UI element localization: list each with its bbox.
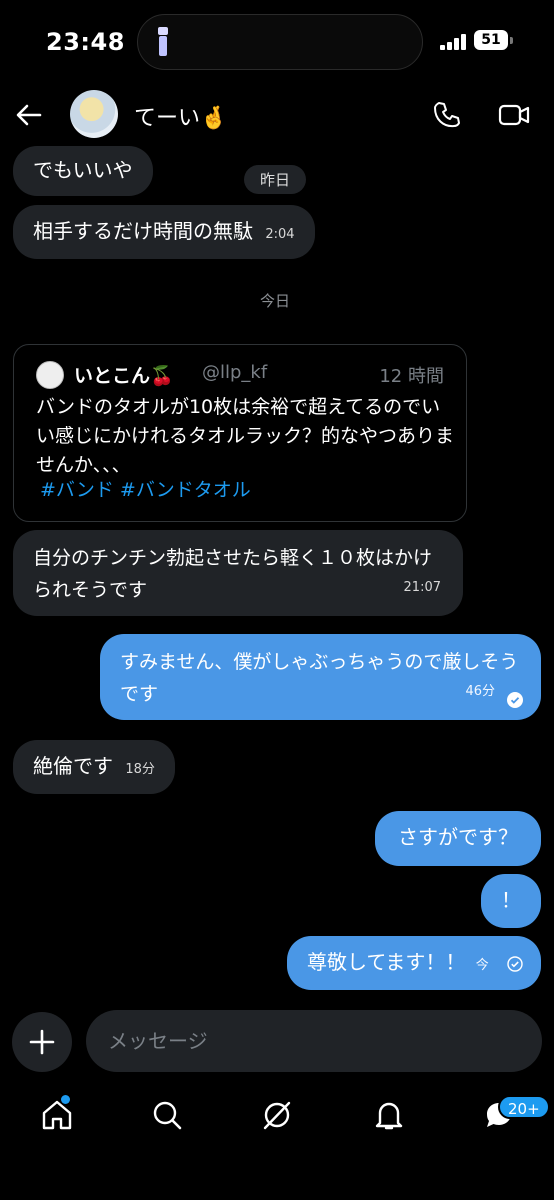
message-bubble[interactable]: ！ (481, 874, 541, 928)
add-attachment-button[interactable] (12, 1012, 72, 1072)
message-time: 21:07 (403, 580, 441, 595)
message-text: 尊敬してます！！ (307, 950, 466, 974)
message-text: 自分のチンチン勃起させたら軽く１０枚はかけられそうです (33, 547, 433, 601)
date-pill: 昨日 (244, 165, 307, 194)
message-bubble[interactable]: 尊敬してます！！ 今 (287, 936, 541, 990)
search-icon[interactable] (150, 1098, 184, 1132)
quoted-time: 12 時間 (379, 366, 444, 387)
signal-icon (440, 34, 468, 50)
message-text: さすがです？ (398, 825, 518, 849)
message-text: ！ (501, 888, 521, 912)
back-arrow-icon[interactable] (14, 100, 44, 130)
home-notification-dot (61, 1095, 70, 1104)
phone-icon[interactable] (432, 100, 462, 130)
quoted-handle: @llp_kf (202, 362, 268, 383)
messages-badge: 20+ (498, 1095, 550, 1119)
read-check-icon (507, 692, 523, 708)
quoted-body: バンドのタオルが10枚は余裕で超えてるのでいい感じにかけれるタオルラック？的なや… (36, 396, 455, 476)
grok-icon[interactable] (260, 1098, 294, 1132)
message-text: すみません、僕がしゃぶっちゃうので厳しそうです (120, 651, 519, 705)
flashlight-icon (158, 27, 168, 56)
dynamic-island (137, 14, 423, 70)
conversation-title[interactable]: てーい🤞 (134, 100, 227, 132)
message-bubble[interactable]: でもいいや (13, 146, 153, 196)
quoted-hashtags[interactable]: #バンド #バンドタオル (40, 475, 251, 502)
battery-icon: 51 (474, 30, 508, 50)
message-bubble[interactable]: 絶倫です 18分 (13, 740, 175, 794)
quoted-name: いとこん🍒 (74, 365, 174, 387)
message-input[interactable]: メッセージ (86, 1010, 542, 1072)
quoted-post[interactable]: いとこん🍒 @llp_kf 12 時間 バンドのタオルが10枚は余裕で超えてるの… (13, 344, 467, 522)
status-time: 23:48 (46, 28, 125, 56)
message-bubble[interactable]: さすがです？ (375, 811, 541, 866)
message-text: 絶倫です (33, 754, 113, 778)
home-icon[interactable] (40, 1098, 74, 1132)
message-time: 46分 (465, 684, 495, 699)
message-text: でもいいや (33, 158, 133, 182)
date-separator: 今日 (260, 292, 291, 310)
avatar[interactable] (70, 90, 118, 138)
plus-icon (29, 1029, 55, 1055)
message-bubble[interactable]: 自分のチンチン勃起させたら軽く１０枚はかけられそうです 21:07 (13, 530, 463, 616)
message-time: 今 (475, 958, 489, 973)
message-bubble[interactable]: すみません、僕がしゃぶっちゃうので厳しそうです 46分 (100, 634, 541, 720)
quoted-avatar (36, 361, 64, 389)
battery-tip (510, 37, 513, 44)
message-time: 18分 (125, 762, 155, 777)
notifications-bell-icon[interactable] (372, 1098, 406, 1132)
message-time: 2:04 (265, 227, 295, 242)
message-bubble[interactable]: 相手するだけ時間の無駄 2:04 (13, 205, 315, 259)
video-call-icon[interactable] (498, 100, 530, 130)
message-text: 相手するだけ時間の無駄 (33, 219, 253, 243)
sent-check-icon (507, 956, 523, 972)
